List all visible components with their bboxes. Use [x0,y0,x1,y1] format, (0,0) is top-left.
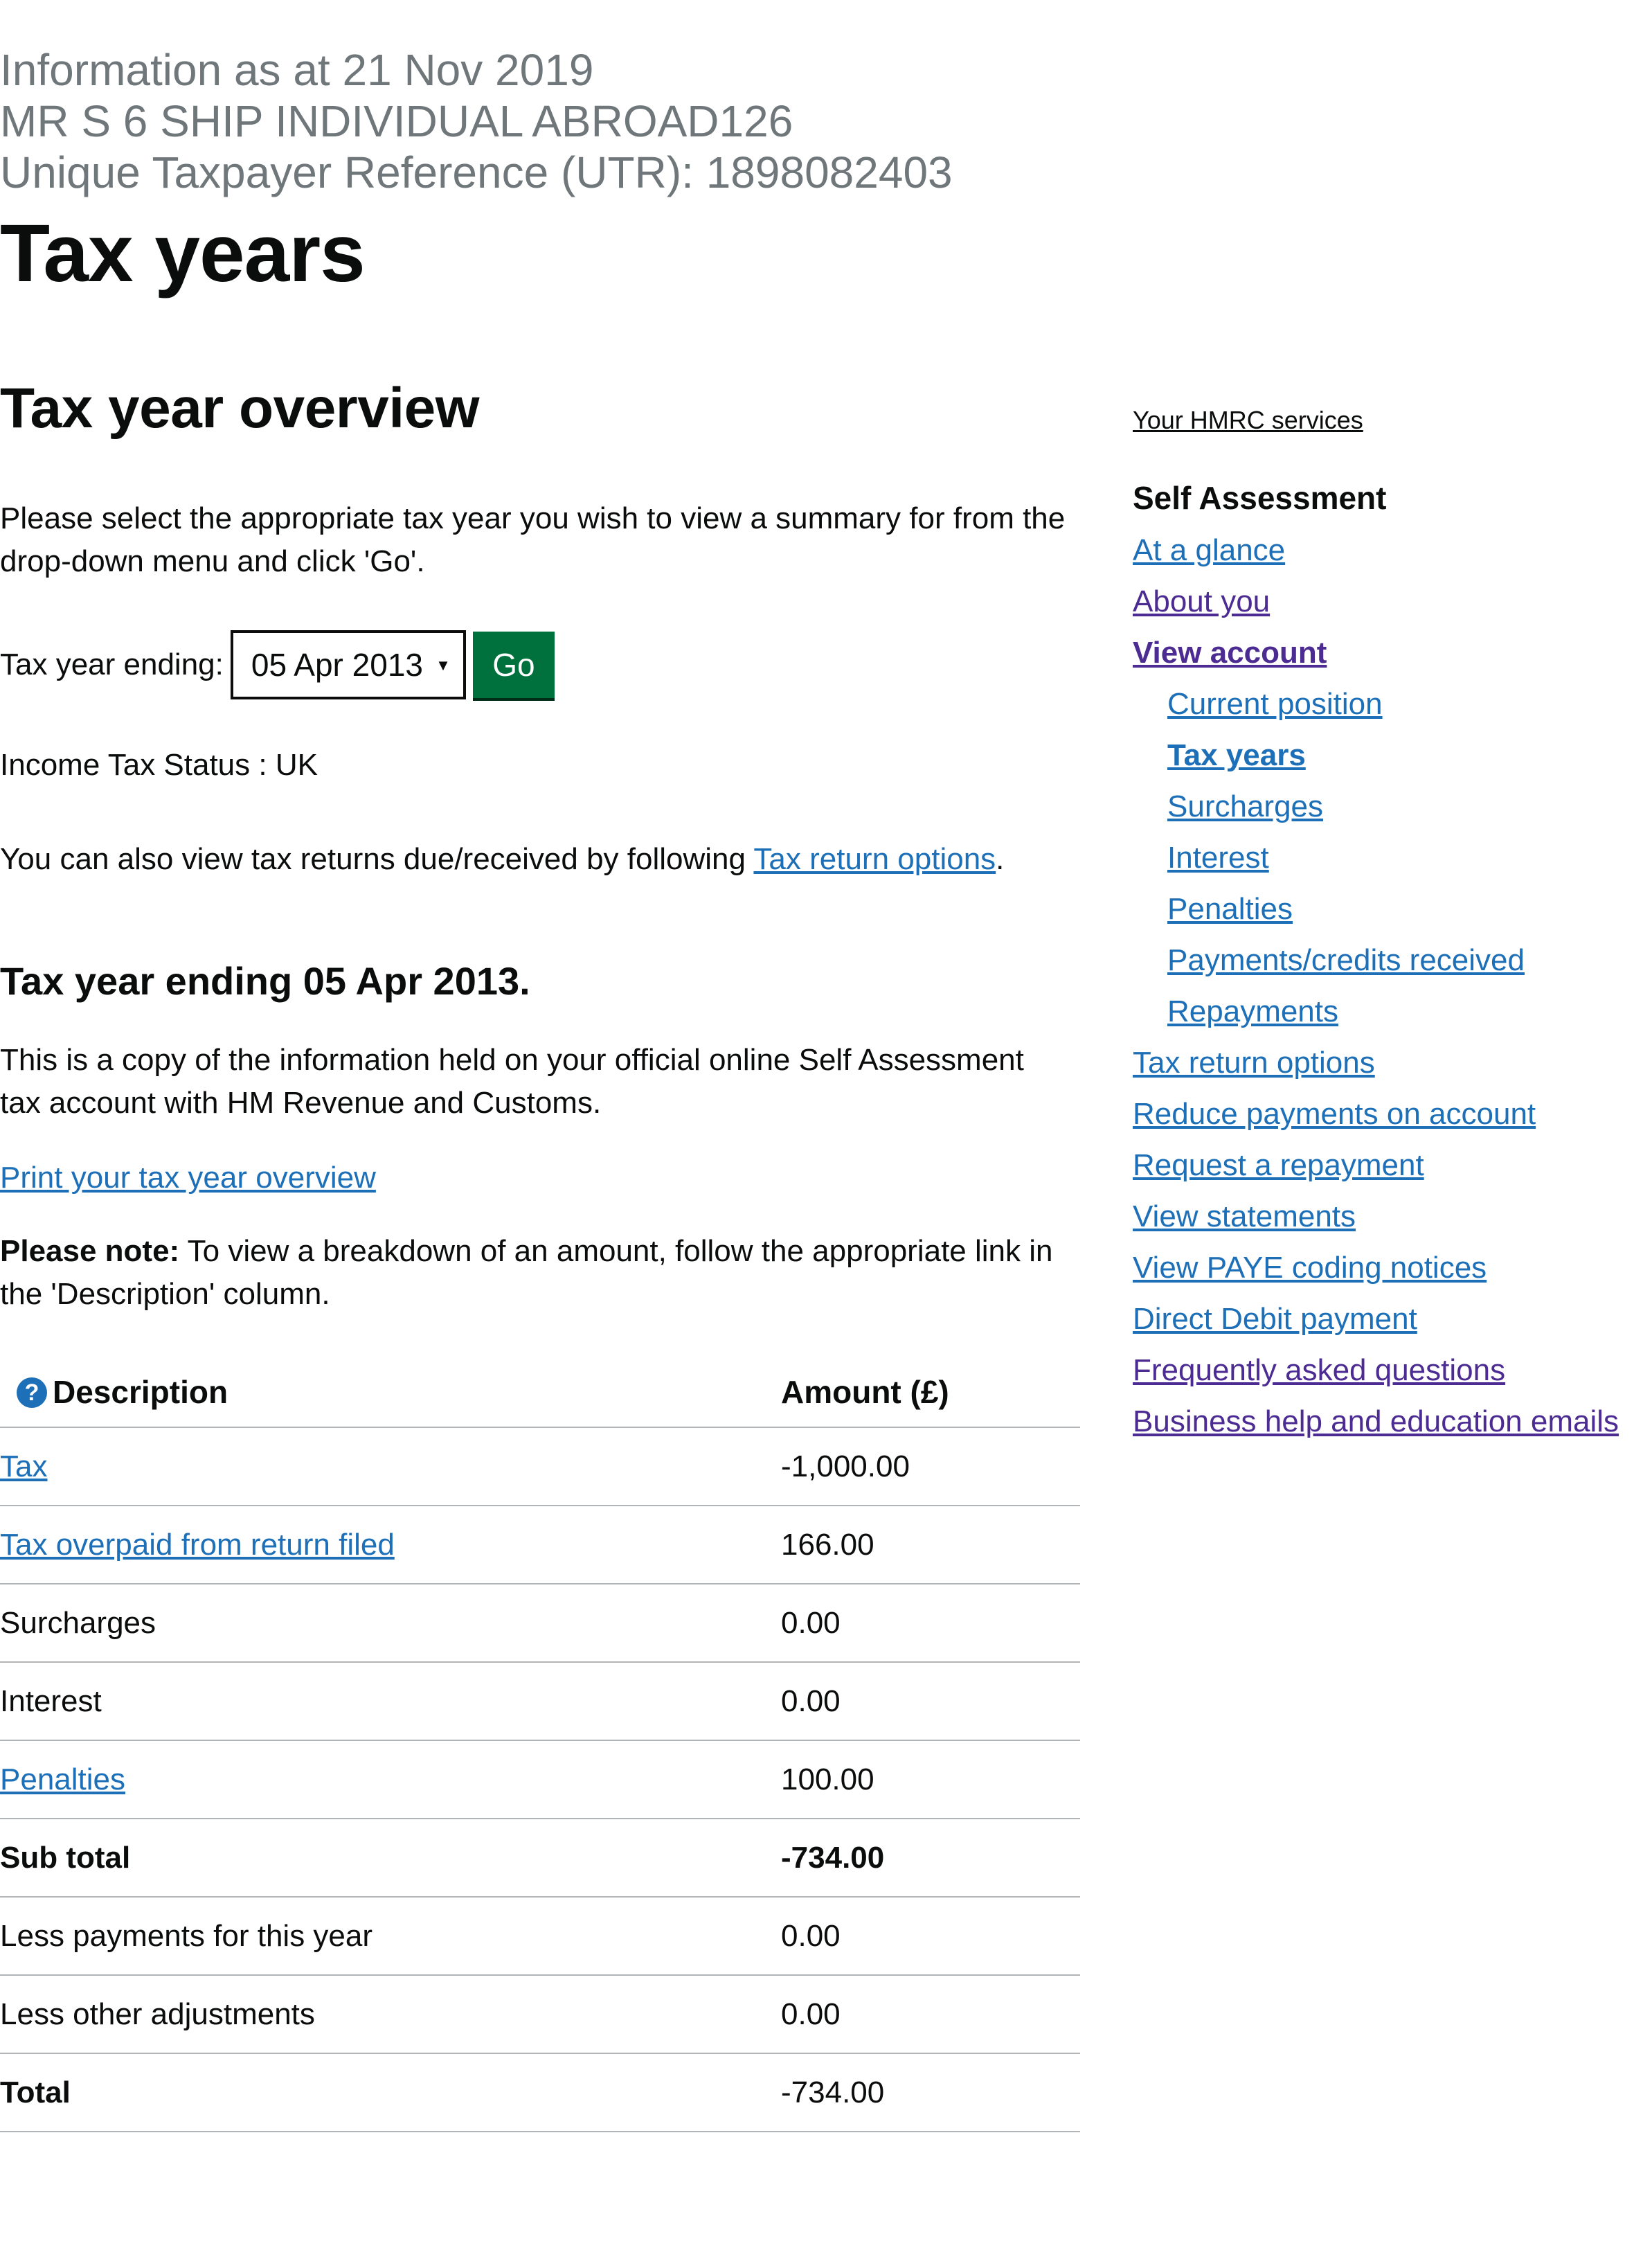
nav-faq[interactable]: Frequently asked questions [1133,1345,1652,1396]
main-content: Tax year overview Please select the appr… [0,374,1080,2132]
page: Information as at 21 Nov 2019 MR S 6 SHI… [0,0,1652,2250]
print-link-wrap: Print your tax year overview [0,1161,376,1195]
tax-year-form: Tax year ending: 05 Apr 2013 ▼ Go [0,630,555,699]
tax-year-select-value: 05 Apr 2013 [251,647,423,683]
also-text: You can also view tax returns due/receiv… [0,842,1004,877]
help-question-icon[interactable]: ? [17,1377,47,1409]
info-date: Information as at 21 Nov 2019 [0,45,594,95]
nav-paye-coding[interactable]: View PAYE coding notices [1133,1242,1652,1294]
table-row: Less payments for this year 0.00 [0,1898,1080,1976]
caret-down-icon: ▼ [436,657,451,674]
copy-text: This is a copy of the information held o… [0,1043,1024,1120]
note-text: Please note: To view a breakdown of an a… [0,1230,1080,1316]
income-tax-status: Income Tax Status : UK [0,748,318,782]
row-description: Tax [0,1449,781,1484]
row-description: Surcharges [0,1605,156,1640]
nav-reduce-payments[interactable]: Reduce payments on account [1133,1089,1652,1140]
tax-year-select[interactable]: 05 Apr 2013 ▼ [230,630,466,699]
nav-request-repayment[interactable]: Request a repayment [1133,1140,1652,1191]
page-title: Tax years [0,208,366,299]
nav-about-you[interactable]: About you [1133,576,1652,627]
row-amount: 0.00 [781,1605,841,1640]
header-description-label: Description [53,1373,228,1410]
nav-view-statements[interactable]: View statements [1133,1191,1652,1242]
penalties-link[interactable]: Penalties [0,1762,125,1796]
table-row: Tax overpaid from return filed 166.00 [0,1506,1080,1584]
nav-tax-return-options[interactable]: Tax return options [1133,1037,1652,1089]
utr: Unique Taxpayer Reference (UTR): 1898082… [0,148,953,197]
nav-at-a-glance[interactable]: At a glance [1133,525,1652,576]
row-amount: -734.00 [781,1840,885,1875]
nav-direct-debit[interactable]: Direct Debit payment [1133,1294,1652,1345]
table-row: Surcharges 0.00 [0,1584,1080,1663]
tax-overpaid-link[interactable]: Tax overpaid from return filed [0,1528,395,1562]
row-description: Interest [0,1684,102,1718]
row-amount: 100.00 [781,1762,874,1796]
table-row: Less other adjustments 0.00 [0,1976,1080,2054]
taxpayer-name: MR S 6 SHIP INDIVIDUAL ABROAD126 [0,96,793,146]
tax-return-options-link[interactable]: Tax return options [753,842,996,876]
print-overview-link[interactable]: Print your tax year overview [0,1161,376,1195]
row-amount: 0.00 [781,1918,841,1953]
nav-interest[interactable]: Interest [1133,832,1652,884]
table-row: Penalties 100.00 [0,1741,1080,1819]
table-row: Tax -1,000.00 [0,1428,1080,1506]
table-row: Interest 0.00 [0,1663,1080,1741]
nav-current-position[interactable]: Current position [1133,679,1652,730]
row-amount: 0.00 [781,1684,841,1718]
total-row: Total -734.00 [0,2054,1080,2132]
tax-year-label: Tax year ending: [0,648,224,681]
also-text-prefix: You can also view tax returns due/receiv… [0,842,754,876]
year-heading: Tax year ending 05 Apr 2013. [0,959,530,1003]
table-header: ? Description Amount (£) [0,1357,1080,1428]
nav-view-account[interactable]: View account [1133,627,1652,679]
hmrc-services-link[interactable]: Your HMRC services [1133,406,1652,442]
row-amount: 166.00 [781,1527,874,1562]
row-description: Total [0,2075,71,2109]
sidebar-nav: Your HMRC services Self Assessment At a … [1133,406,1652,1447]
intro-text: Please select the appropriate tax year y… [0,501,1066,578]
nav-penalties[interactable]: Penalties [1133,884,1652,935]
row-description: Sub total [0,1840,131,1875]
sidebar-heading: Self Assessment [1133,480,1387,516]
overview-table: ? Description Amount (£) Tax -1,000.00 Ta… [0,1357,1080,2132]
nav-business-help[interactable]: Business help and education emails [1133,1396,1652,1447]
header-amount: Amount (£) [781,1374,949,1410]
row-description: Less other adjustments [0,1997,315,2031]
also-text-end: . [996,842,1005,876]
row-description: Less payments for this year [0,1918,373,1953]
row-description: Penalties [0,1762,781,1797]
tax-link[interactable]: Tax [0,1449,47,1483]
row-description: Tax overpaid from return filed [0,1528,781,1562]
caption: Information as at 21 Nov 2019 MR S 6 SHI… [0,44,953,198]
overview-heading: Tax year overview [0,377,479,440]
nav-payments-credits[interactable]: Payments/credits received [1133,935,1652,986]
row-amount: 0.00 [781,1997,841,2031]
header-description: ? Description [0,1373,781,1411]
row-amount: -1,000.00 [781,1449,910,1483]
nav-surcharges[interactable]: Surcharges [1133,781,1652,832]
nav-tax-years[interactable]: Tax years [1133,730,1652,781]
note-label: Please note: [0,1234,180,1268]
subtotal-row: Sub total -734.00 [0,1819,1080,1898]
nav-repayments[interactable]: Repayments [1133,986,1652,1037]
row-amount: -734.00 [781,2075,885,2109]
go-button[interactable]: Go [472,632,555,698]
